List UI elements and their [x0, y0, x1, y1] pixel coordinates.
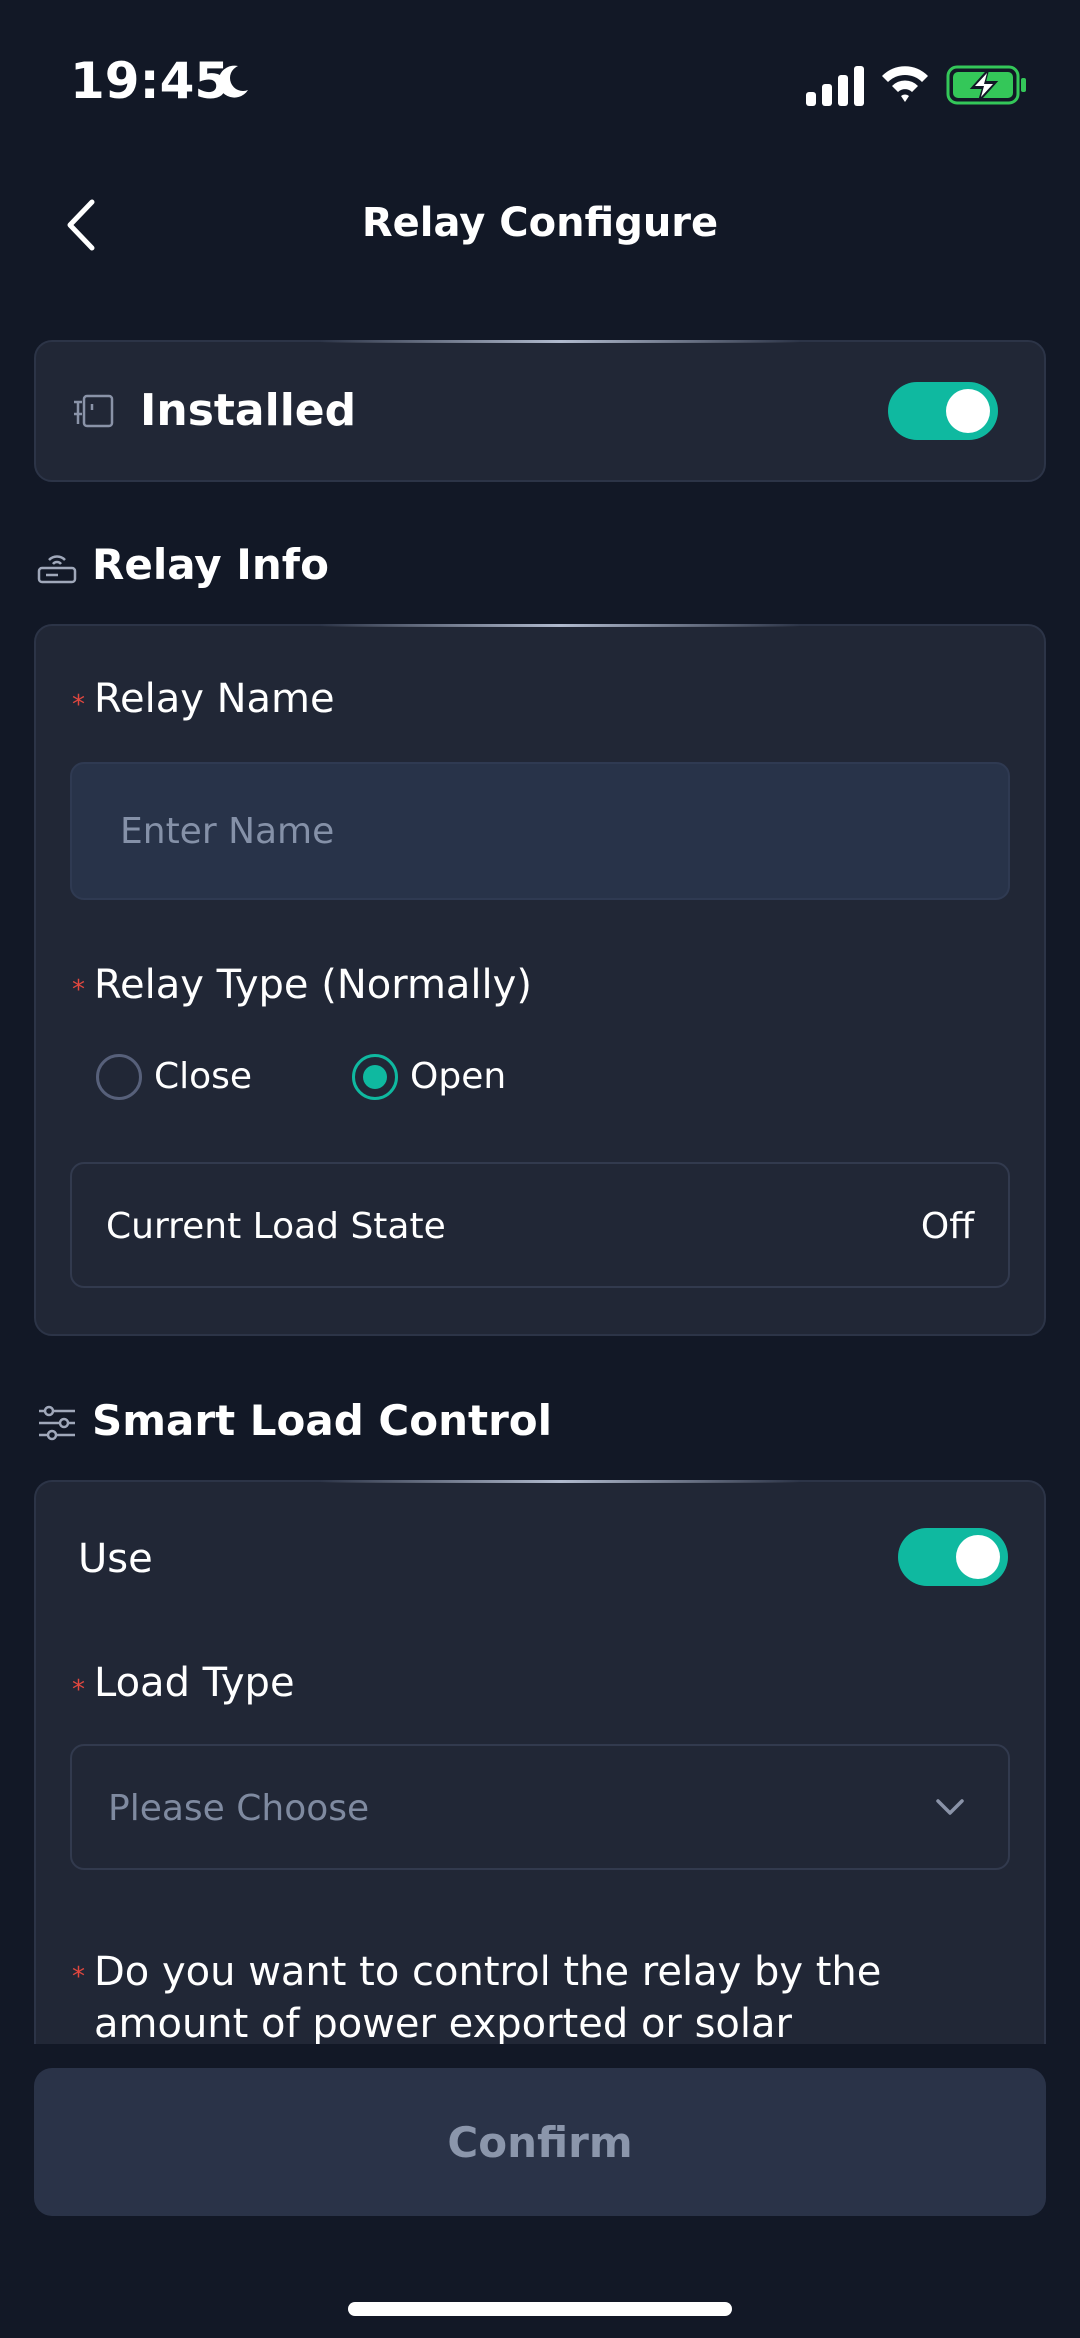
relay-type-open-label[interactable]: Open [410, 1056, 506, 1097]
toggle-knob [956, 1535, 1000, 1579]
wifi-icon [882, 66, 928, 102]
installed-label: Installed [140, 385, 357, 436]
page-title: Relay Configure [361, 200, 719, 246]
moon-icon [218, 65, 248, 98]
required-mark: * [72, 1962, 85, 1992]
load-type-label: Load Type [94, 1660, 295, 1706]
sliders-icon [39, 1405, 75, 1441]
signal-icon [806, 66, 864, 106]
required-mark: * [72, 1675, 85, 1705]
required-mark: * [72, 975, 85, 1005]
toggle-knob [946, 389, 990, 433]
radio-dot [363, 1065, 387, 1089]
battery-charging-icon [946, 65, 1026, 105]
current-load-state-value: Off [920, 1206, 974, 1247]
smart-load-control-title: Smart Load Control [92, 1396, 553, 1445]
current-load-state-label: Current Load State [106, 1206, 446, 1247]
relay-type-label: Relay Type (Normally) [94, 962, 532, 1008]
relay-device-icon [74, 394, 114, 428]
relay-name-label: Relay Name [94, 676, 335, 722]
required-mark: * [72, 690, 85, 720]
status-time: 19:45 [70, 52, 230, 110]
card-highlight [320, 1480, 800, 1483]
chevron-down-icon[interactable] [930, 1792, 970, 1822]
relay-name-input[interactable] [70, 762, 1010, 900]
relay-type-close-radio[interactable] [96, 1054, 142, 1100]
home-indicator [348, 2302, 732, 2316]
relay-type-close-label[interactable]: Close [154, 1056, 252, 1097]
load-type-placeholder[interactable]: Please Choose [108, 1788, 369, 1829]
use-label: Use [78, 1536, 153, 1582]
confirm-button[interactable]: Confirm [34, 2068, 1046, 2216]
use-toggle[interactable] [898, 1528, 1008, 1586]
card-highlight [320, 624, 800, 627]
relay-info-title: Relay Info [92, 540, 329, 589]
relay-type-open-radio[interactable] [352, 1054, 398, 1100]
card-highlight [320, 340, 800, 343]
router-icon [37, 555, 77, 584]
installed-toggle[interactable] [888, 382, 998, 440]
